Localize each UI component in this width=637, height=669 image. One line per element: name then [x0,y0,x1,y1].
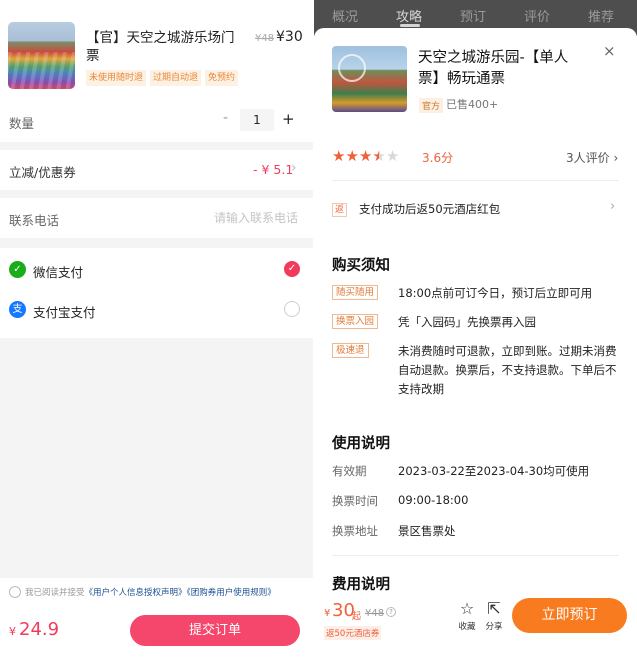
divider [332,555,619,556]
phone-label: 联系电话 [9,213,60,228]
rating-score: 3.6分 [422,151,454,165]
notice-tag: 极速退 [332,343,369,358]
notice-text: 未消费随时可退款，立即到账。过期未消费自动退款。换票后，不支持退款。下单后不支持… [398,344,617,396]
product-title: 【官】天空之城游乐场门票 [86,30,235,64]
tab-recommend[interactable]: 推荐 [588,6,614,25]
exchange-address-label: 换票地址 [332,524,378,538]
star-icon: ★ [345,147,359,165]
payment-option-alipay[interactable]: 支 支付宝支付 [0,292,313,332]
share-label: 分享 [485,622,503,632]
favorite-button[interactable]: ☆ 收藏 [454,599,480,633]
detail-sheet: 天空之城游乐园-【单人票】畅玩通票 × 官方 已售400+ ★★★★★ 3.6分… [314,28,637,669]
info-icon[interactable]: ? [386,607,396,617]
star-half-icon: ★ [372,147,386,165]
discount-row[interactable]: 立减/优惠券 - ¥ 5.1 › [0,150,313,190]
official-badge: 官方 [419,98,444,113]
voucher-rules-link[interactable]: 《团购券用户使用规则》 [187,588,276,598]
submit-order-button[interactable]: 提交订单 [130,615,300,646]
quantity-value[interactable]: 1 [240,109,274,131]
book-now-button[interactable]: 立即预订 [512,598,627,633]
radio-unchecked-icon[interactable] [284,301,300,317]
sold-count: 已售400+ [446,98,499,111]
total-currency: ¥ [9,625,16,638]
alipay-icon: 支 [9,301,26,318]
tab-overview[interactable]: 概况 [332,6,358,25]
exchange-time-value: 09:00-18:00 [398,493,469,507]
star-icon: ★ [358,147,373,165]
chevron-right-icon[interactable]: › [610,199,615,214]
agreement-checkbox[interactable] [9,586,21,598]
product-tag: 免预约 [205,70,239,86]
product-original-price: ¥48 [255,33,275,44]
radio-checked-icon[interactable]: ✓ [284,261,300,277]
tab-guide[interactable]: 攻略 [396,6,422,25]
divider [332,180,619,181]
price-currency: ¥ [324,608,331,619]
tab-reviews[interactable]: 评价 [524,6,550,25]
product-tags: 未使用随时退 过期自动退 免预约 [86,70,239,86]
star-icon: ★ [332,147,346,165]
notice-title: 购买须知 [332,258,390,274]
star-empty-icon: ★ [385,147,400,165]
reviews-link[interactable]: 3人评价 › [566,149,618,166]
chevron-right-icon: › [291,160,297,176]
exchange-time-label: 换票时间 [332,494,378,508]
share-button[interactable]: ⇱ 分享 [481,599,507,633]
close-icon[interactable]: × [603,42,616,60]
validity-value: 2023-03-22至2023-04-30均可使用 [398,464,590,478]
star-outline-icon: ☆ [459,599,475,618]
total-amount: 24.9 [19,619,60,640]
agreement-prefix: 我已阅读并接受 [25,588,85,598]
rebate-text[interactable]: 支付成功后返50元酒店红包 [359,201,500,217]
rating-stars: ★★★★★ [332,147,399,165]
notice-tag: 随买随用 [332,285,379,300]
exchange-address-value: 景区售票处 [398,524,456,538]
notice-text: 18:00点前可订今日，预订后立即可用 [398,286,593,300]
product-tag: 过期自动退 [150,70,202,86]
ticket-thumbnail [332,46,407,112]
rebate-icon: 返 [332,203,348,217]
payment-label: 支付宝支付 [33,305,96,320]
usage-title: 使用说明 [332,436,390,452]
payment-option-wechat[interactable]: ✓ 微信支付 ✓ [0,252,313,292]
payment-label: 微信支付 [33,265,84,280]
ticket-title: 天空之城游乐园-【单人票】畅玩通票 [418,50,569,87]
order-footer: ¥ 24.9 提交订单 [0,608,313,669]
notice-text: 凭「入园码」先换票再入园 [398,315,536,329]
product-price: ¥30 [276,29,303,45]
booking-footer: ¥ 30 起 ¥48 ? 返50元酒店券 ☆ 收藏 ⇱ 分享 立即预订 [314,596,637,669]
detail-panel: 概况 攻略 预订 评价 推荐 天空之城游乐园-【单人票】畅玩通票 × 官方 已售… [314,0,637,669]
notice-tag: 换票入园 [332,314,379,329]
quantity-increment-button[interactable]: + [282,110,295,128]
quantity-label: 数量 [9,116,35,131]
tab-booking[interactable]: 预订 [460,6,486,25]
favorite-label: 收藏 [458,622,476,632]
agreement-row: 我已阅读并接受《用户个人信息授权声明》《团购券用户使用规则》 [0,578,313,608]
share-icon: ⇱ [487,599,501,618]
discount-value: - ¥ 5.1 [253,162,294,177]
active-tab-indicator [400,24,420,27]
quantity-decrement-button[interactable]: - [223,110,228,126]
original-price: ¥48 [365,608,385,619]
product-thumbnail [8,22,75,89]
discount-label: 立减/优惠券 [9,165,76,180]
payment-methods: ✓ 微信支付 ✓ 支 支付宝支付 [0,248,313,338]
order-panel: 【官】天空之城游乐场门票 ¥48 ¥30 未使用随时退 过期自动退 免预约 数量… [0,0,313,669]
wechat-pay-icon: ✓ [9,261,26,278]
price-from-label: 起 [352,612,362,622]
agreement-text: 我已阅读并接受《用户个人信息授权声明》《团购券用户使用规则》 [25,586,276,598]
product-tag: 未使用随时退 [86,70,147,86]
phone-row: 联系电话 [0,198,313,238]
hotel-coupon-badge: 返50元酒店券 [324,626,382,640]
product-card: 【官】天空之城游乐场门票 ¥48 ¥30 未使用随时退 过期自动退 免预约 [0,0,313,98]
fee-title: 费用说明 [332,577,390,593]
validity-label: 有效期 [332,464,367,478]
phone-input[interactable] [160,208,298,228]
privacy-statement-link[interactable]: 《用户个人信息授权声明》 [85,588,187,598]
